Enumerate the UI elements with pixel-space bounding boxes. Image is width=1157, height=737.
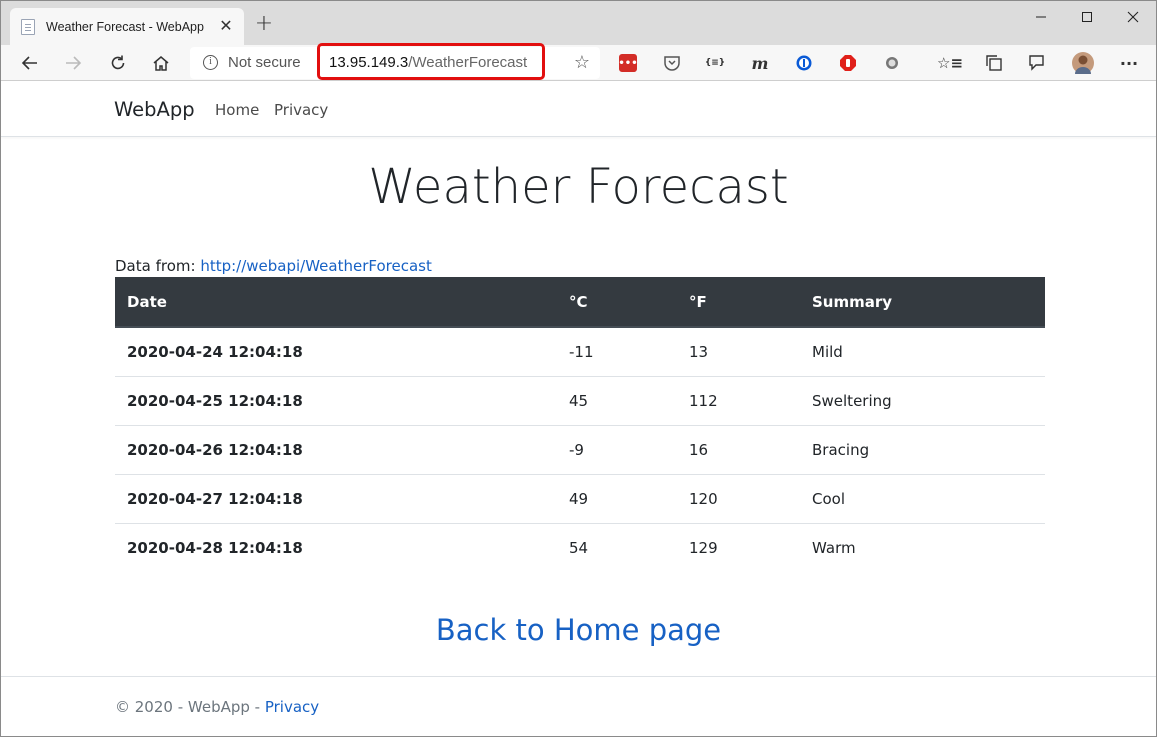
cell-fahrenheit: 120 (677, 474, 800, 524)
footer-privacy-link[interactable]: Privacy (265, 698, 319, 716)
cell-date: 2020-04-28 12:04:18 (127, 538, 303, 557)
back-to-home-link[interactable]: Back to Home page (1, 613, 1156, 647)
new-tab-icon[interactable]: + (253, 13, 275, 35)
nav-home-link[interactable]: Home (215, 101, 259, 119)
forward-icon[interactable] (58, 48, 88, 78)
favorites-icon[interactable]: ☆≡ (937, 54, 963, 72)
json-icon[interactable]: {≡} (705, 54, 725, 72)
cell-fahrenheit: 16 (677, 425, 800, 475)
web-page: WebApp Home Privacy Weather Forecast Dat… (1, 81, 1156, 736)
nav-privacy-link[interactable]: Privacy (274, 101, 328, 119)
close-tab-icon[interactable]: ✕ (216, 16, 236, 36)
header-celsius: °C (557, 277, 677, 328)
cell-fahrenheit: 13 (677, 327, 800, 377)
table-row: 2020-04-27 12:04:18 49 120 Cool (115, 474, 1045, 524)
star-icon[interactable]: ☆ (574, 52, 590, 73)
back-icon[interactable] (15, 48, 45, 78)
avatar[interactable] (1072, 52, 1094, 74)
header-date: Date (115, 277, 557, 328)
site-footer: © 2020 - WebApp - Privacy (1, 676, 1156, 736)
refresh-icon[interactable] (103, 48, 133, 78)
page-favicon-icon (21, 18, 35, 35)
cell-summary: Bracing (800, 425, 1045, 475)
data-source-link[interactable]: http://webapi/WeatherForecast (200, 257, 432, 275)
data-source: Data from: http://webapi/WeatherForecast (115, 257, 432, 275)
site-navbar: WebApp Home Privacy (1, 81, 1156, 137)
close-window-icon[interactable] (1110, 1, 1156, 33)
table-row: 2020-04-26 12:04:18 -9 16 Bracing (115, 425, 1045, 475)
feedback-icon[interactable] (1028, 54, 1046, 72)
table-row: 2020-04-25 12:04:18 45 112 Sweltering (115, 376, 1045, 426)
cell-celsius: -9 (557, 425, 677, 475)
cell-celsius: 49 (557, 474, 677, 524)
minimize-icon[interactable] (1018, 1, 1064, 33)
tab-title: Weather Forecast - WebApp (46, 19, 204, 34)
cell-celsius: -11 (557, 327, 677, 377)
copyright-text: © 2020 - WebApp - (115, 698, 261, 716)
cell-summary: Cool (800, 474, 1045, 524)
more-icon[interactable]: ··· (1120, 54, 1138, 73)
cell-fahrenheit: 112 (677, 376, 800, 426)
cell-celsius: 54 (569, 538, 589, 557)
home-icon[interactable] (146, 48, 176, 78)
page-title: Weather Forecast (368, 159, 789, 215)
adblock-icon[interactable] (839, 54, 857, 72)
cell-date: 2020-04-27 12:04:18 (115, 474, 557, 524)
table-header-row: Date °C °F Summary (115, 277, 1045, 328)
cell-summary: Mild (800, 327, 1045, 377)
table-row: 2020-04-24 12:04:18 -11 13 Mild (115, 327, 1045, 377)
browser-toolbar: i Not secure 13.95.149.3/WeatherForecast… (1, 43, 1156, 81)
cell-summary: Warm (812, 538, 856, 557)
url-text[interactable]: 13.95.149.3/WeatherForecast (329, 54, 527, 71)
header-summary: Summary (800, 277, 1045, 328)
extension-icon[interactable] (883, 54, 901, 72)
tab-strip: Weather Forecast - WebApp ✕ + (1, 1, 1156, 45)
cell-celsius: 45 (557, 376, 677, 426)
lastpass-icon[interactable]: ••• (618, 54, 638, 72)
cell-summary: Sweltering (800, 376, 1045, 426)
footer-text: © 2020 - WebApp - Privacy (115, 698, 319, 716)
url-host: 13.95.149.3 (329, 54, 409, 71)
onepassword-icon[interactable] (795, 54, 813, 72)
cell-date: 2020-04-25 12:04:18 (115, 376, 557, 426)
browser-window: Weather Forecast - WebApp ✕ + i Not secu… (0, 0, 1157, 737)
collections-icon[interactable] (985, 54, 1003, 72)
browser-tab[interactable]: Weather Forecast - WebApp ✕ (10, 8, 244, 45)
cell-date: 2020-04-26 12:04:18 (115, 425, 557, 475)
mendeley-icon[interactable]: m (751, 54, 769, 73)
pocket-icon[interactable] (663, 54, 681, 72)
maximize-icon[interactable] (1064, 1, 1110, 33)
cell-fahrenheit: 129 (689, 538, 718, 557)
table-row: 2020-04-28 12:04:18 54 129 Warm (115, 523, 1045, 572)
url-path: /WeatherForecast (408, 54, 528, 71)
security-label[interactable]: Not secure (228, 54, 301, 71)
cell-date: 2020-04-24 12:04:18 (115, 327, 557, 377)
header-fahrenheit: °F (677, 277, 800, 328)
brand-link[interactable]: WebApp (114, 98, 195, 121)
forecast-table: Date °C °F Summary 2020-04-24 12:04:18 -… (115, 277, 1045, 572)
address-bar[interactable]: i Not secure 13.95.149.3/WeatherForecast… (190, 43, 600, 80)
data-from-label: Data from: (115, 257, 196, 275)
info-icon[interactable]: i (203, 55, 218, 70)
